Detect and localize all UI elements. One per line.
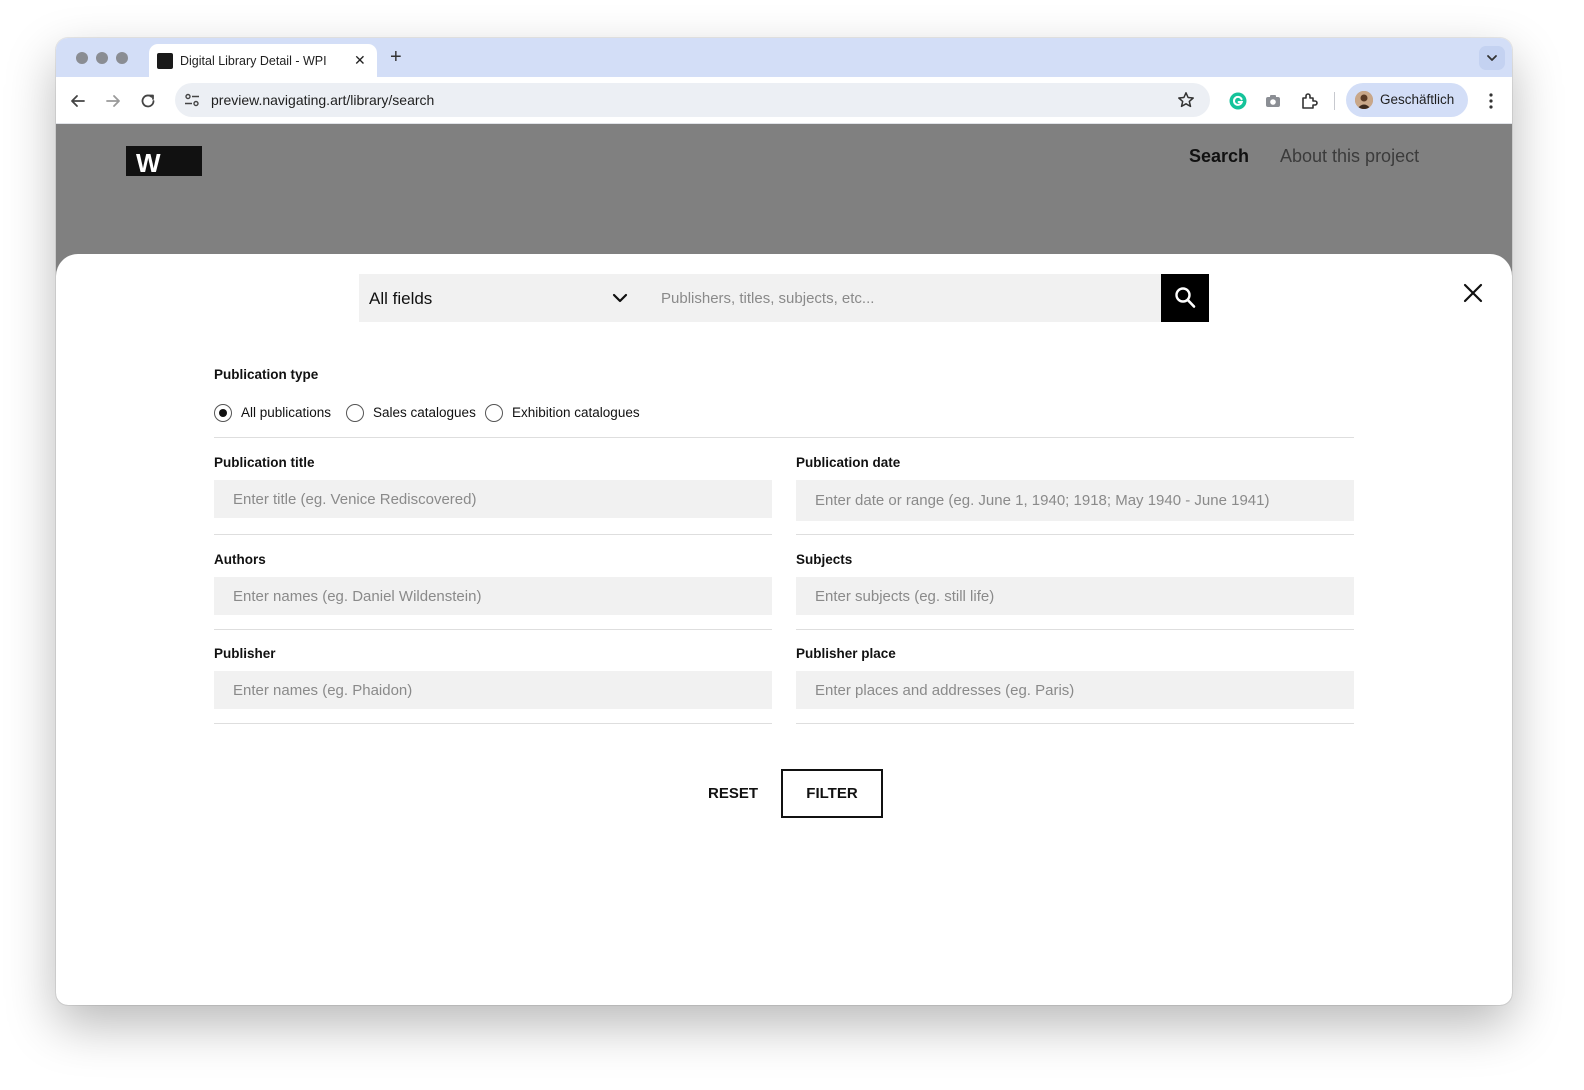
site-favicon-icon [157,53,173,69]
reload-icon[interactable] [138,91,158,111]
authors-label: Authors [214,552,266,567]
authors-input[interactable] [214,577,772,615]
field-divider [796,723,1354,724]
field-divider [796,534,1354,535]
site-logo[interactable]: W [126,146,202,178]
radio-indicator [214,404,232,422]
search-button[interactable] [1161,274,1209,322]
radio-indicator [346,404,364,422]
publisher-place-label: Publisher place [796,646,896,661]
radio-label: Sales catalogues [373,405,476,420]
toolbar-separator [1334,92,1335,110]
browser-toolbar: preview.navigating.art/library/search Ge… [56,77,1512,124]
publication-date-input[interactable] [796,480,1354,521]
radio-label: All publications [241,405,332,420]
profile-name: Geschäftlich [1380,92,1455,107]
browser-tab-active[interactable]: Digital Library Detail - WPI ✕ [149,44,377,77]
publisher-label: Publisher [214,646,276,661]
minimize-window-dot[interactable] [96,52,108,64]
profile-chip[interactable]: Geschäftlich [1346,83,1468,117]
browser-window: Digital Library Detail - WPI ✕ + preview… [56,38,1512,1005]
forward-arrow-icon[interactable] [103,91,123,111]
publication-type-label: Publication type [214,367,319,382]
camera-extension-icon[interactable] [1263,91,1283,111]
new-tab-icon[interactable]: + [390,47,402,67]
page-background: W Search About this project All fields P… [56,124,1512,1005]
publisher-place-input[interactable] [796,671,1354,709]
advanced-search-modal: All fields Publication type All pub [56,254,1512,1005]
extensions-puzzle-icon[interactable] [1299,91,1319,111]
publisher-input[interactable] [214,671,772,709]
subjects-label: Subjects [796,552,853,567]
chevron-down-icon [1487,55,1497,61]
maximize-window-dot[interactable] [116,52,128,64]
address-bar[interactable]: preview.navigating.art/library/search [175,83,1210,117]
field-divider [214,534,772,535]
site-settings-icon[interactable] [184,92,200,108]
chevron-down-icon [612,293,628,303]
nav-search-link[interactable]: Search [1189,146,1249,167]
close-icon[interactable] [1462,282,1484,304]
section-divider [214,437,1354,438]
field-select-dropdown[interactable]: All fields [359,274,641,322]
avatar [1355,91,1373,109]
filter-button[interactable]: FILTER [781,769,883,818]
search-icon [1175,287,1196,308]
url-text: preview.navigating.art/library/search [211,92,435,108]
publication-title-label: Publication title [214,455,315,470]
nav-about-link[interactable]: About this project [1280,146,1419,167]
grammarly-extension-icon[interactable] [1228,91,1248,111]
field-divider [214,723,772,724]
back-arrow-icon[interactable] [68,91,88,111]
radio-label: Exhibition catalogues [512,405,640,420]
search-bar: All fields [359,274,1209,322]
reset-button[interactable]: RESET [696,769,770,817]
field-divider [214,629,772,630]
close-window-dot[interactable] [76,52,88,64]
tab-title: Digital Library Detail - WPI [180,54,327,68]
field-select-value: All fields [369,289,433,308]
subjects-input[interactable] [796,577,1354,615]
publication-title-input[interactable] [214,480,772,518]
publication-date-label: Publication date [796,455,901,470]
tab-close-icon[interactable]: ✕ [354,52,366,68]
tab-search-button[interactable] [1479,46,1505,70]
bookmark-star-icon[interactable] [1177,91,1195,109]
tab-strip: Digital Library Detail - WPI ✕ + [56,38,1512,77]
field-divider [796,629,1354,630]
radio-indicator [485,404,503,422]
search-input[interactable] [651,274,1151,322]
more-menu-icon[interactable] [1484,91,1498,111]
